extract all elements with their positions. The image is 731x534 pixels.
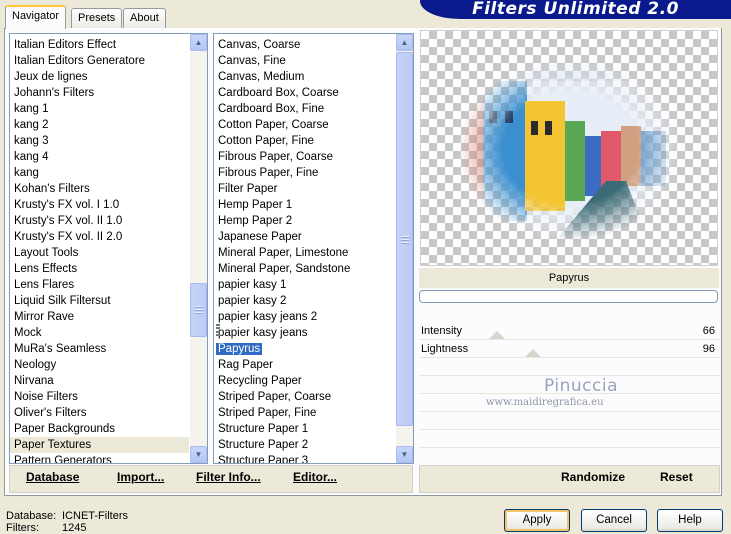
list-item[interactable]: Cotton Paper, Fine <box>214 133 395 149</box>
list-item[interactable]: Japanese Paper <box>214 229 395 245</box>
list-item[interactable]: Noise Filters <box>10 389 189 405</box>
list-item[interactable]: papier kasy 2 <box>214 293 395 309</box>
list-item[interactable]: Canvas, Fine <box>214 53 395 69</box>
list-item[interactable]: Pattern Generators <box>10 453 189 463</box>
list-item[interactable]: Krusty's FX vol. II 1.0 <box>10 213 189 229</box>
list-item[interactable]: Structure Paper 1 <box>214 421 395 437</box>
list-item[interactable]: Liquid Silk Filtersut <box>10 293 189 309</box>
app-title-banner: Filters Unlimited 2.0 <box>420 0 731 19</box>
param-actions-bar: Randomize Reset <box>419 465 720 493</box>
list-item[interactable]: Italian Editors Generatore <box>10 53 189 69</box>
tab-presets[interactable]: Presets <box>71 8 123 28</box>
list-item[interactable]: Recycling Paper <box>214 373 395 389</box>
list-item[interactable]: kang 2 <box>10 117 189 133</box>
list-item[interactable]: Jeux de lignes <box>10 69 189 85</box>
list-item[interactable]: Hemp Paper 1 <box>214 197 395 213</box>
list-item[interactable]: papier kasy jeans 2 <box>214 309 395 325</box>
list-item[interactable]: Oliver's Filters <box>10 405 189 421</box>
param-intensity[interactable]: Intensity 66 <box>419 322 719 340</box>
scroll-up-icon[interactable]: ▲ <box>396 34 413 51</box>
import-button[interactable]: Import... <box>117 470 164 484</box>
param-lightness[interactable]: Lightness 96 <box>419 340 719 358</box>
list-item[interactable]: Lens Effects <box>10 261 189 277</box>
tab-about[interactable]: About <box>123 8 166 28</box>
scroll-down-icon[interactable]: ▼ <box>190 446 207 463</box>
editor-button[interactable]: Editor... <box>293 470 337 484</box>
progress-bar <box>419 290 718 303</box>
intensity-slider-thumb[interactable] <box>489 331 505 339</box>
list-item[interactable]: Filter Paper <box>214 181 395 197</box>
list-item[interactable]: Italian Editors Effect <box>10 37 189 53</box>
scroll-thumb[interactable] <box>190 283 207 337</box>
list-item[interactable]: Mirror Rave <box>10 309 189 325</box>
list-item[interactable]: Striped Paper, Fine <box>214 405 395 421</box>
filter-list[interactable]: Canvas, Coarse Canvas, Fine Canvas, Medium… <box>213 33 414 464</box>
list-item[interactable]: Cardboard Box, Coarse <box>214 85 395 101</box>
list-item[interactable]: Hemp Paper 2 <box>214 213 395 229</box>
list-item[interactable]: Cotton Paper, Coarse <box>214 117 395 133</box>
scroll-up-icon[interactable]: ▲ <box>190 34 207 51</box>
filter-preview <box>420 30 718 266</box>
watermark-url: www.maidiregrafica.eu <box>486 397 604 408</box>
cancel-button[interactable]: Cancel <box>581 509 647 532</box>
list-item[interactable]: MuRa's Seamless <box>10 341 189 357</box>
watermark-name: Pinuccia <box>544 376 618 396</box>
scroll-down-icon[interactable]: ▼ <box>396 446 413 463</box>
list-item[interactable]: Paper Textures <box>10 437 189 453</box>
scroll-thumb[interactable] <box>396 52 413 426</box>
randomize-button[interactable]: Randomize <box>561 470 625 484</box>
list-item[interactable]: kang <box>10 165 189 181</box>
status-database: Database: ICNET-Filters <box>6 510 128 522</box>
list-item[interactable]: Structure Paper 2 <box>214 437 395 453</box>
apply-button[interactable]: Apply <box>504 509 570 532</box>
category-list[interactable]: Italian Editors Effect Italian Editors Ge… <box>9 33 208 464</box>
list-item[interactable]: Canvas, Coarse <box>214 37 395 53</box>
list-item[interactable]: Krusty's FX vol. I 1.0 <box>10 197 189 213</box>
list-item[interactable]: papier kasy 1 <box>214 277 395 293</box>
filter-info-button[interactable]: Filter Info... <box>196 470 261 484</box>
status-filters: Filters: 1245 <box>6 522 87 534</box>
list-item[interactable]: Canvas, Medium <box>214 69 395 85</box>
list-actions-bar: Database Import... Filter Info... Editor… <box>9 465 413 493</box>
category-scrollbar[interactable]: ▲ ▼ <box>190 34 207 463</box>
list-item[interactable]: Mineral Paper, Limestone <box>214 245 395 261</box>
tab-navigator[interactable]: Navigator <box>5 5 67 29</box>
database-button[interactable]: Database <box>26 470 79 484</box>
current-filter-name: Papyrus <box>419 268 719 288</box>
list-item[interactable]: Fibrous Paper, Fine <box>214 165 395 181</box>
list-item[interactable]: Layout Tools <box>10 245 189 261</box>
list-item[interactable]: Papyrus <box>214 341 395 357</box>
help-button[interactable]: Help <box>657 509 723 532</box>
drag-handle-icon[interactable] <box>216 324 220 336</box>
list-item[interactable]: Mock <box>10 325 189 341</box>
list-item[interactable]: kang 4 <box>10 149 189 165</box>
preview-image <box>451 51 691 251</box>
list-item[interactable]: Mineral Paper, Sandstone <box>214 261 395 277</box>
list-item[interactable]: Krusty's FX vol. II 2.0 <box>10 229 189 245</box>
list-item[interactable]: Structure Paper 3 <box>214 453 395 463</box>
list-item[interactable]: Paper Backgrounds <box>10 421 189 437</box>
list-item[interactable]: Johann's Filters <box>10 85 189 101</box>
list-item[interactable]: Lens Flares <box>10 277 189 293</box>
list-item[interactable]: Nirvana <box>10 373 189 389</box>
list-item[interactable]: kang 1 <box>10 101 189 117</box>
list-item[interactable]: Cardboard Box, Fine <box>214 101 395 117</box>
list-item[interactable]: Fibrous Paper, Coarse <box>214 149 395 165</box>
reset-button[interactable]: Reset <box>660 470 693 484</box>
list-item[interactable]: kang 3 <box>10 133 189 149</box>
list-item[interactable]: Striped Paper, Coarse <box>214 389 395 405</box>
list-item[interactable]: Neology <box>10 357 189 373</box>
list-item[interactable]: Rag Paper <box>214 357 395 373</box>
filter-scrollbar[interactable]: ▲ ▼ <box>396 34 413 463</box>
list-item[interactable]: papier kasy jeans <box>214 325 395 341</box>
list-item[interactable]: Kohan's Filters <box>10 181 189 197</box>
lightness-slider-thumb[interactable] <box>525 349 541 357</box>
